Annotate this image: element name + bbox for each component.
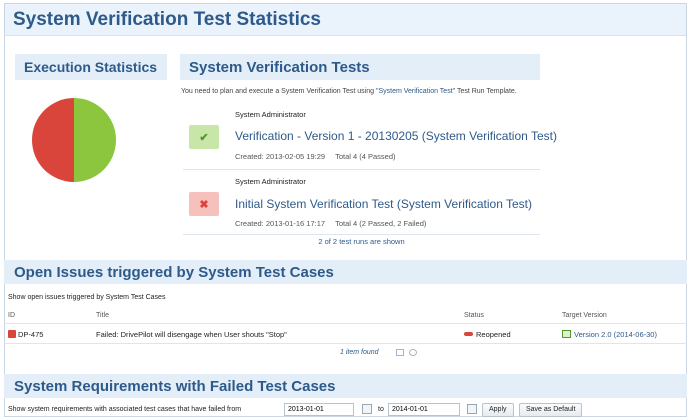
to-date-input[interactable] xyxy=(388,403,460,416)
issue-id[interactable]: DP-475 xyxy=(18,330,43,339)
test-run-item: System Administrator ✔ Verification - Ve… xyxy=(183,108,557,168)
issue-target-version[interactable]: Version 2.0 (2014-06-30) xyxy=(574,330,657,339)
issue-title[interactable]: Failed: DrivePilot will disengage when U… xyxy=(96,330,287,339)
column-header-title[interactable]: Title xyxy=(96,312,109,319)
passed-check-icon: ✔ xyxy=(189,125,219,149)
filter-label: Show system requirements with associated… xyxy=(8,406,242,413)
table-row-divider xyxy=(4,343,687,344)
failed-cross-icon: ✖ xyxy=(189,192,219,216)
reopened-status-icon xyxy=(464,332,473,336)
export-icon[interactable] xyxy=(396,349,404,356)
open-issues-title: Open Issues triggered by System Test Cas… xyxy=(14,264,334,281)
save-as-default-button[interactable]: Save as Default xyxy=(519,403,583,417)
run-created: Created: 2013-02-05 19:29 xyxy=(235,152,326,161)
page-title: System Verification Test Statistics xyxy=(13,9,321,30)
issue-id-cell[interactable]: DP-475 xyxy=(8,330,43,339)
svt-title: System Verification Tests xyxy=(189,59,370,76)
svt-heading: System Verification Tests xyxy=(180,54,540,80)
execution-pie-chart xyxy=(32,98,116,182)
table-header-divider xyxy=(4,323,687,324)
column-header-status[interactable]: Status xyxy=(464,312,484,319)
run-title-link[interactable]: Initial System Verification Test (System… xyxy=(235,197,532,211)
run-user: System Administrator xyxy=(235,177,306,186)
open-issues-heading: Open Issues triggered by System Test Cas… xyxy=(4,260,687,284)
run-meta: Created: 2013-02-05 19:29 Total 4 (4 Pass… xyxy=(235,152,396,161)
template-link[interactable]: "System Verification Test" xyxy=(376,88,455,95)
run-meta: Created: 2013-01-16 17:17 Total 4 (2 Pass… xyxy=(235,219,426,228)
column-header-target-version[interactable]: Target Version xyxy=(562,312,607,319)
column-header-id[interactable]: ID xyxy=(8,312,15,319)
run-created: Created: 2013-01-16 17:17 xyxy=(235,219,326,228)
open-issues-subtitle: Show open issues triggered by System Tes… xyxy=(8,294,166,301)
run-total: Total 4 (2 Passed, 2 Failed) xyxy=(335,219,427,228)
run-divider xyxy=(183,234,540,235)
issue-status: Reopened xyxy=(476,330,511,339)
failed-requirements-heading: System Requirements with Failed Test Cas… xyxy=(4,374,687,398)
apply-button[interactable]: Apply xyxy=(482,403,514,417)
issue-target-cell[interactable]: Version 2.0 (2014-06-30) xyxy=(562,330,657,339)
from-date-input[interactable] xyxy=(284,403,354,416)
run-user: System Administrator xyxy=(235,110,306,119)
failed-requirements-title: System Requirements with Failed Test Cas… xyxy=(14,378,336,395)
title-bar: System Verification Test Statistics xyxy=(5,4,686,36)
runs-shown-count: 2 of 2 test runs are shown xyxy=(318,237,405,246)
intro-text-pre: You need to plan and execute a System Ve… xyxy=(181,88,376,95)
test-run-item: System Administrator ✖ Initial System Ve… xyxy=(183,175,540,233)
run-title-link[interactable]: Verification - Version 1 - 20130205 (Sys… xyxy=(235,129,557,143)
from-calendar-icon[interactable] xyxy=(362,404,372,414)
issue-type-icon xyxy=(8,330,16,338)
version-icon xyxy=(562,330,571,338)
run-total: Total 4 (4 Passed) xyxy=(335,152,396,161)
svt-intro: You need to plan and execute a System Ve… xyxy=(181,88,517,95)
items-found: 1 item found xyxy=(340,349,379,356)
issue-status-cell: Reopened xyxy=(464,330,511,339)
to-label: to xyxy=(378,406,384,413)
execution-statistics-title: Execution Statistics xyxy=(24,59,158,75)
to-calendar-icon[interactable] xyxy=(467,404,477,414)
run-divider xyxy=(183,169,540,170)
intro-text-post: Test Run Template. xyxy=(455,88,517,95)
info-icon[interactable] xyxy=(409,349,417,356)
execution-statistics-heading: Execution Statistics xyxy=(15,54,167,80)
